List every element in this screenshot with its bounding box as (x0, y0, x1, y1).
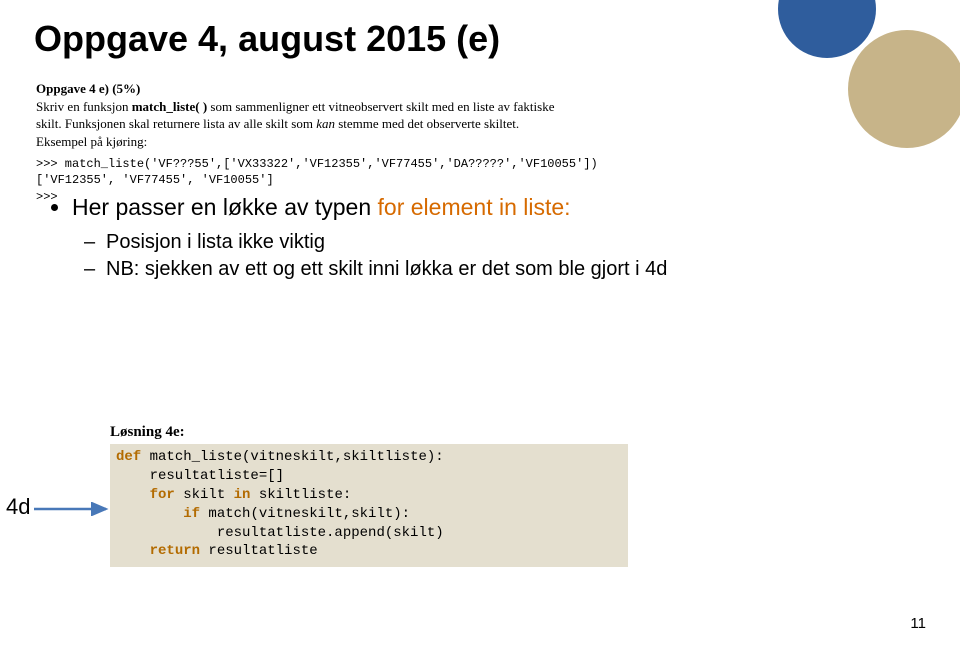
emph-kan: kan (316, 116, 335, 131)
solution-label: Løsning 4e: (110, 424, 185, 441)
problem-line-1: Skriv en funksjon match_liste( ) som sam… (36, 98, 916, 116)
keyword-return: return (150, 543, 200, 559)
bullet-list: Her passer en løkke av typen for element… (52, 192, 872, 283)
text: stemme med det observerte skiltet. (335, 116, 519, 131)
text: Her passer en løkke av typen (72, 194, 378, 220)
page-number: 11 (910, 615, 926, 632)
problem-header: Oppgave 4 e) (5%) (36, 80, 916, 98)
func-name: match_liste( ) (132, 99, 207, 114)
code-example-2: ['VF12355', 'VF77455', 'VF10055'] (36, 172, 916, 188)
slide: Oppgave 4, august 2015 (e) Oppgave 4 e) … (0, 0, 960, 650)
code-text: skilt (175, 487, 234, 503)
keyword-in: in (499, 194, 517, 220)
code-text: skiltliste: (250, 487, 351, 503)
code-text: resultatliste=[] (116, 468, 284, 484)
code-text: match(vitneskilt,skilt): (200, 506, 410, 522)
annotation-4d: 4d (6, 494, 30, 520)
text: som sammenligner ett vitneobservert skil… (207, 99, 554, 114)
keyword-def: def (116, 449, 141, 465)
code-text: resultatliste.append(skilt) (116, 525, 444, 541)
keyword-in: in (234, 487, 251, 503)
problem-line-2: skilt. Funksjonen skal returnere lista a… (36, 115, 916, 133)
sub-bullet-1: Posisjon i lista ikke viktig (106, 229, 872, 256)
page-title: Oppgave 4, august 2015 (e) (34, 18, 500, 60)
keyword-if: if (183, 506, 200, 522)
arrow-icon (34, 502, 116, 516)
code-text: resultatliste (200, 543, 318, 559)
bullet-1: Her passer en løkke av typen for element… (72, 192, 872, 283)
decor-circle-blue (778, 0, 876, 58)
code-text: match_liste(vitneskilt,skiltliste): (141, 449, 443, 465)
problem-statement: Oppgave 4 e) (5%) Skriv en funksjon matc… (36, 80, 916, 205)
problem-line-3: Eksempel på kjøring: (36, 133, 916, 151)
keyword-for: for (378, 194, 405, 220)
code-example-1: >>> match_liste('VF???55',['VX33322','VF… (36, 156, 916, 172)
text: skilt. Funksjonen skal returnere lista a… (36, 116, 316, 131)
text: element (404, 194, 499, 220)
text: Skriv en funksjon (36, 99, 132, 114)
sub-bullet-2: NB: sjekken av ett og ett skilt inni løk… (106, 256, 872, 283)
text: liste: (517, 194, 571, 220)
keyword-for: for (150, 487, 175, 503)
solution-code: def match_liste(vitneskilt,skiltliste): … (110, 444, 628, 567)
